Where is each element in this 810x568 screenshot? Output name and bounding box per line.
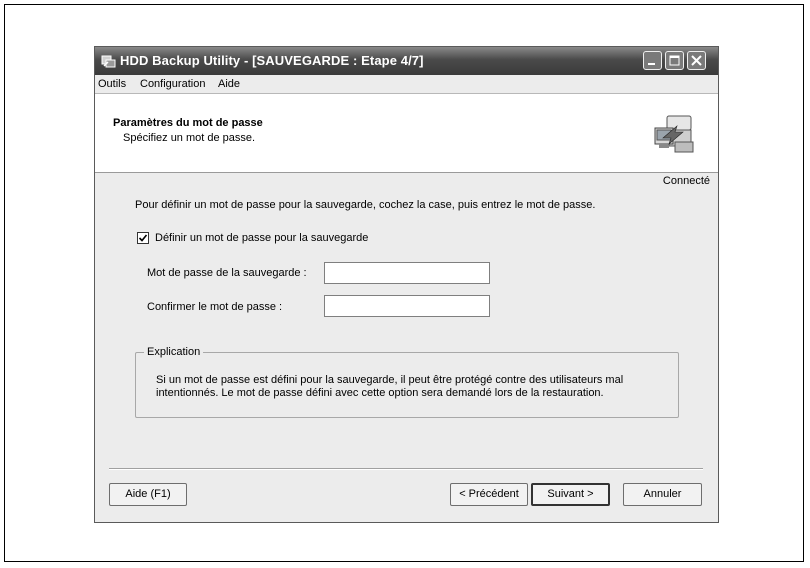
close-button[interactable] (687, 51, 706, 70)
checkmark-icon (138, 234, 148, 242)
explanation-legend: Explication (144, 346, 204, 358)
confirm-password-label: Confirmer le mot de passe : (147, 301, 283, 313)
previous-button[interactable]: < Précédent (450, 483, 528, 506)
confirm-password-input[interactable] (324, 295, 490, 317)
backup-password-input[interactable] (324, 262, 490, 284)
connection-status: Connecté (662, 175, 710, 187)
minimize-button[interactable] (643, 51, 662, 70)
wizard-window: HDD Backup Utility - [SAUVEGARDE : Etape… (94, 46, 719, 523)
window-title: HDD Backup Utility - [SAUVEGARDE : Etape… (120, 53, 424, 68)
wizard-header: Paramètres du mot de passe Spécifiez un … (95, 94, 718, 173)
header-title: Paramètres du mot de passe (113, 117, 263, 129)
menu-aide[interactable]: Aide (218, 78, 240, 90)
backup-utility-icon (101, 53, 117, 69)
set-password-checkbox-label[interactable]: Définir un mot de passe pour la sauvegar… (155, 232, 368, 244)
explanation-group: Explication Si un mot de passe est défin… (135, 346, 679, 418)
instruction-text: Pour définir un mot de passe pour la sau… (135, 199, 596, 211)
header-subtitle: Spécifiez un mot de passe. (123, 132, 256, 144)
cancel-button[interactable]: Annuler (623, 483, 702, 506)
next-button[interactable]: Suivant > (531, 483, 610, 506)
footer-separator (109, 468, 703, 470)
set-password-checkbox[interactable] (137, 232, 149, 244)
maximize-button[interactable] (665, 51, 684, 70)
menu-bar: Outils Configuration Aide (95, 75, 718, 94)
menu-outils[interactable]: Outils (98, 78, 126, 90)
help-button[interactable]: Aide (F1) (109, 483, 187, 506)
printer-backup-icon (653, 114, 697, 156)
explanation-text: Si un mot de passe est défini pour la sa… (156, 374, 624, 399)
title-bar[interactable]: HDD Backup Utility - [SAUVEGARDE : Etape… (95, 47, 718, 75)
menu-configuration[interactable]: Configuration (140, 78, 205, 90)
backup-password-label: Mot de passe de la sauvegarde : (147, 267, 307, 279)
